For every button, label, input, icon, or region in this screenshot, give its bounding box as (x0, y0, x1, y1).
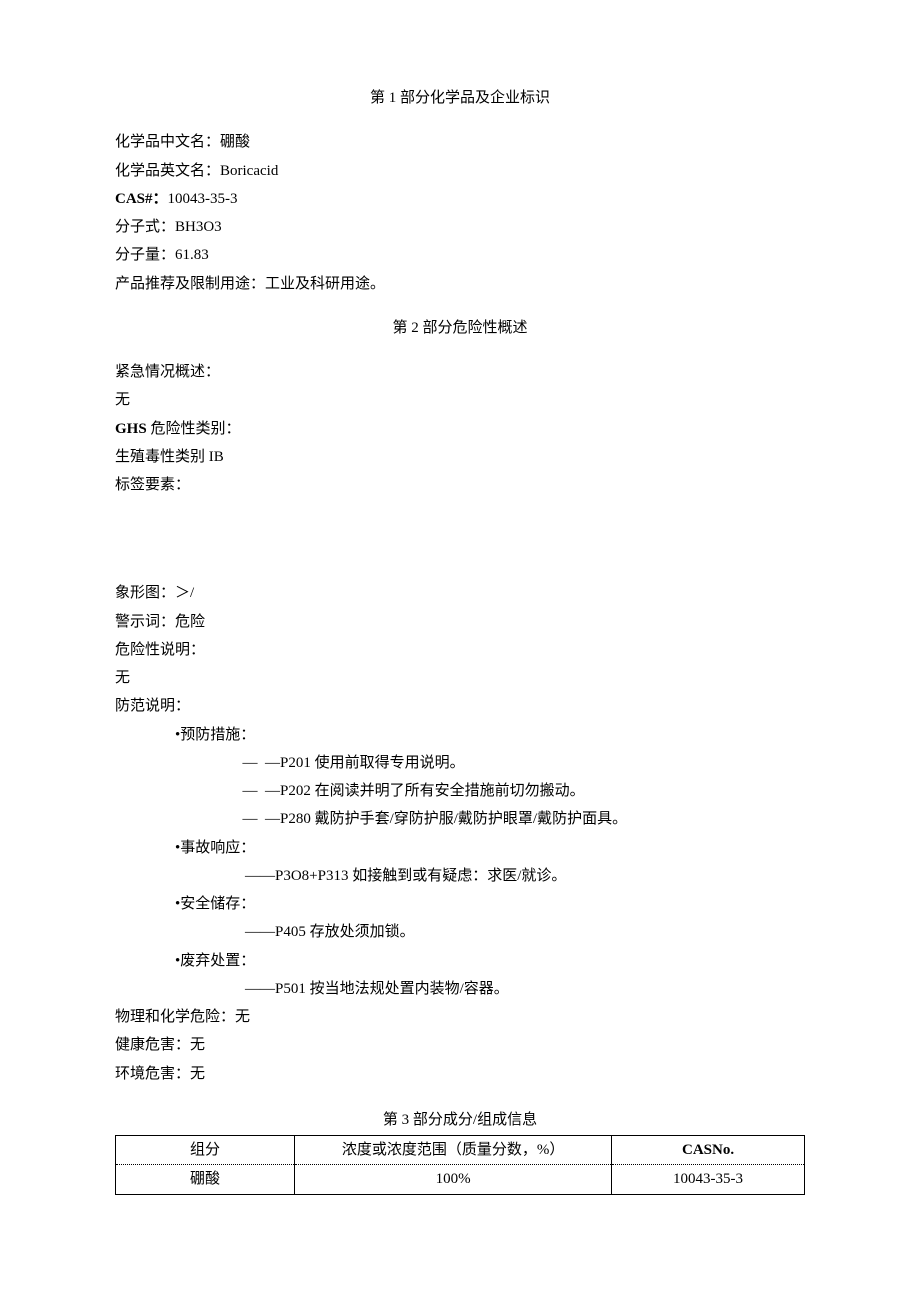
env-value: 无 (190, 1066, 205, 1082)
dash-icon: — (235, 806, 265, 832)
ghs-label-rest: 危险性类别： (150, 421, 240, 437)
signal-line: 警示词：危险 (115, 609, 805, 635)
label-elements: 标签要素： (115, 472, 805, 498)
cell-concentration: 100% (295, 1165, 612, 1194)
formula-line: 分子式：BH3O3 (115, 214, 805, 240)
table-header-row: 组分 浓度或浓度范围（质量分数，%） CASNo. (116, 1136, 805, 1165)
table-row: 硼酸 100% 10043-35-3 (116, 1165, 805, 1194)
spacer-top (115, 1089, 805, 1107)
env-label: 环境危害： (115, 1066, 190, 1082)
cn-name-line: 化学品中文名：硼酸 (115, 129, 805, 155)
header-casno: CASNo. (612, 1136, 805, 1165)
health-value: 无 (190, 1037, 205, 1053)
section-3-title: 第 3 部分成分/组成信息 (115, 1107, 805, 1133)
storage-heading: •安全储存： (115, 891, 805, 917)
cn-name-label: 化学品中文名： (115, 134, 220, 150)
precaution-label: 防范说明： (115, 693, 805, 719)
en-name-label: 化学品英文名： (115, 163, 220, 179)
en-name-value: Boricacid (220, 163, 278, 179)
cas-line: CAS#：10043-35-3 (115, 186, 805, 212)
signal-label: 警示词： (115, 614, 175, 630)
section-2-title: 第 2 部分危险性概述 (115, 315, 805, 341)
dash-icon: — (235, 778, 265, 804)
health-label: 健康危害： (115, 1037, 190, 1053)
hazard-label: 危险性说明： (115, 637, 805, 663)
signal-value: 危险 (175, 614, 205, 630)
prevention-item-2: — —P202 在阅读并明了所有安全措施前切勿搬动。 (115, 778, 805, 804)
pictogram-value: ＞/ (175, 585, 194, 601)
usage-line: 产品推荐及限制用途：工业及科研用途。 (115, 271, 805, 297)
prevention-text-1: —P201 使用前取得专用说明。 (265, 750, 465, 776)
health-line: 健康危害：无 (115, 1032, 805, 1058)
pictogram-line: 象形图：＞/ (115, 580, 805, 606)
cell-casno: 10043-35-3 (612, 1165, 805, 1194)
response-item: ——P3O8+P313 如接触到或有疑虑：求医/就诊。 (115, 863, 805, 889)
mw-label: 分子量： (115, 247, 175, 263)
storage-item: ——P405 存放处须加锁。 (115, 919, 805, 945)
physchem-label: 物理和化学危险： (115, 1009, 235, 1025)
prevention-text-3: —P280 戴防护手套/穿防护服/戴防护眼罩/戴防护面具。 (265, 806, 627, 832)
usage-value: 工业及科研用途。 (265, 276, 385, 292)
formula-value: BH3O3 (175, 219, 222, 235)
response-heading: •事故响应： (115, 835, 805, 861)
cas-value: 10043-35-3 (168, 191, 238, 207)
prevention-text-2: —P202 在阅读并明了所有安全措施前切勿搬动。 (265, 778, 585, 804)
en-name-line: 化学品英文名：Boricacid (115, 158, 805, 184)
env-line: 环境危害：无 (115, 1061, 805, 1087)
dash-icon: — (235, 750, 265, 776)
disposal-heading: •废弃处置： (115, 948, 805, 974)
mw-value: 61.83 (175, 247, 209, 263)
cell-component: 硼酸 (116, 1165, 295, 1194)
physchem-value: 无 (235, 1009, 250, 1025)
composition-table: 组分 浓度或浓度范围（质量分数，%） CASNo. 硼酸 100% 10043-… (115, 1135, 805, 1195)
section-1-title: 第 1 部分化学品及企业标识 (115, 85, 805, 111)
disposal-item: ——P501 按当地法规处置内装物/容器。 (115, 976, 805, 1002)
emergency-label: 紧急情况概述： (115, 359, 805, 385)
mw-line: 分子量：61.83 (115, 242, 805, 268)
ghs-label: GHS 危险性类别： (115, 416, 805, 442)
ghs-value: 生殖毒性类别 IB (115, 444, 805, 470)
cn-name-value: 硼酸 (220, 134, 250, 150)
prevention-item-3: — —P280 戴防护手套/穿防护服/戴防护眼罩/戴防护面具。 (115, 806, 805, 832)
spacer (115, 500, 805, 580)
prevention-item-1: — —P201 使用前取得专用说明。 (115, 750, 805, 776)
formula-label: 分子式： (115, 219, 175, 235)
emergency-value: 无 (115, 387, 805, 413)
header-component: 组分 (116, 1136, 295, 1165)
hazard-value: 无 (115, 665, 805, 691)
physchem-line: 物理和化学危险：无 (115, 1004, 805, 1030)
pictogram-label: 象形图： (115, 585, 175, 601)
header-concentration: 浓度或浓度范围（质量分数，%） (295, 1136, 612, 1165)
usage-label: 产品推荐及限制用途： (115, 276, 265, 292)
cas-label: CAS#： (115, 191, 168, 207)
prevention-heading: •预防措施： (115, 722, 805, 748)
ghs-label-bold: GHS (115, 421, 147, 437)
